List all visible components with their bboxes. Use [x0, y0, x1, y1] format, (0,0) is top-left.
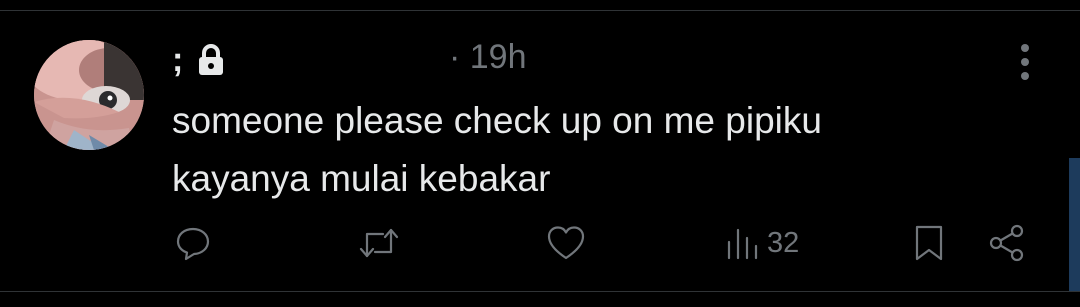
retweet-button[interactable]: [356, 221, 402, 265]
heart-icon: [547, 226, 585, 260]
timestamp[interactable]: · 19h: [449, 38, 527, 77]
views-bar-chart-icon: [727, 228, 758, 260]
scroll-indicator: [1069, 158, 1080, 291]
share-button[interactable]: [986, 221, 1028, 265]
bookmark-icon: [915, 225, 943, 261]
tweet-text: someone please check up on me pipiku kay…: [172, 92, 1032, 208]
author-row: ;: [172, 40, 226, 80]
like-button[interactable]: [546, 221, 586, 265]
share-icon: [989, 224, 1024, 262]
tweet-text-line: kayanya mulai kebakar: [172, 158, 551, 199]
top-divider: [0, 10, 1080, 11]
reply-button[interactable]: [174, 221, 212, 265]
retweet-icon: [359, 228, 399, 258]
display-name[interactable]: ;: [172, 41, 184, 80]
avatar[interactable]: [34, 40, 144, 150]
views-count: 32: [767, 226, 800, 259]
more-options-button[interactable]: [1010, 40, 1040, 84]
lock-icon: [196, 43, 226, 77]
reply-icon: [176, 227, 210, 261]
more-vertical-icon: [1021, 44, 1029, 80]
bottom-divider: [0, 291, 1080, 292]
avatar-image: [34, 40, 144, 150]
tweet-text-line: someone please check up on me pipiku: [172, 100, 822, 141]
views-button[interactable]: 32: [725, 221, 799, 265]
bookmark-button[interactable]: [912, 221, 946, 265]
